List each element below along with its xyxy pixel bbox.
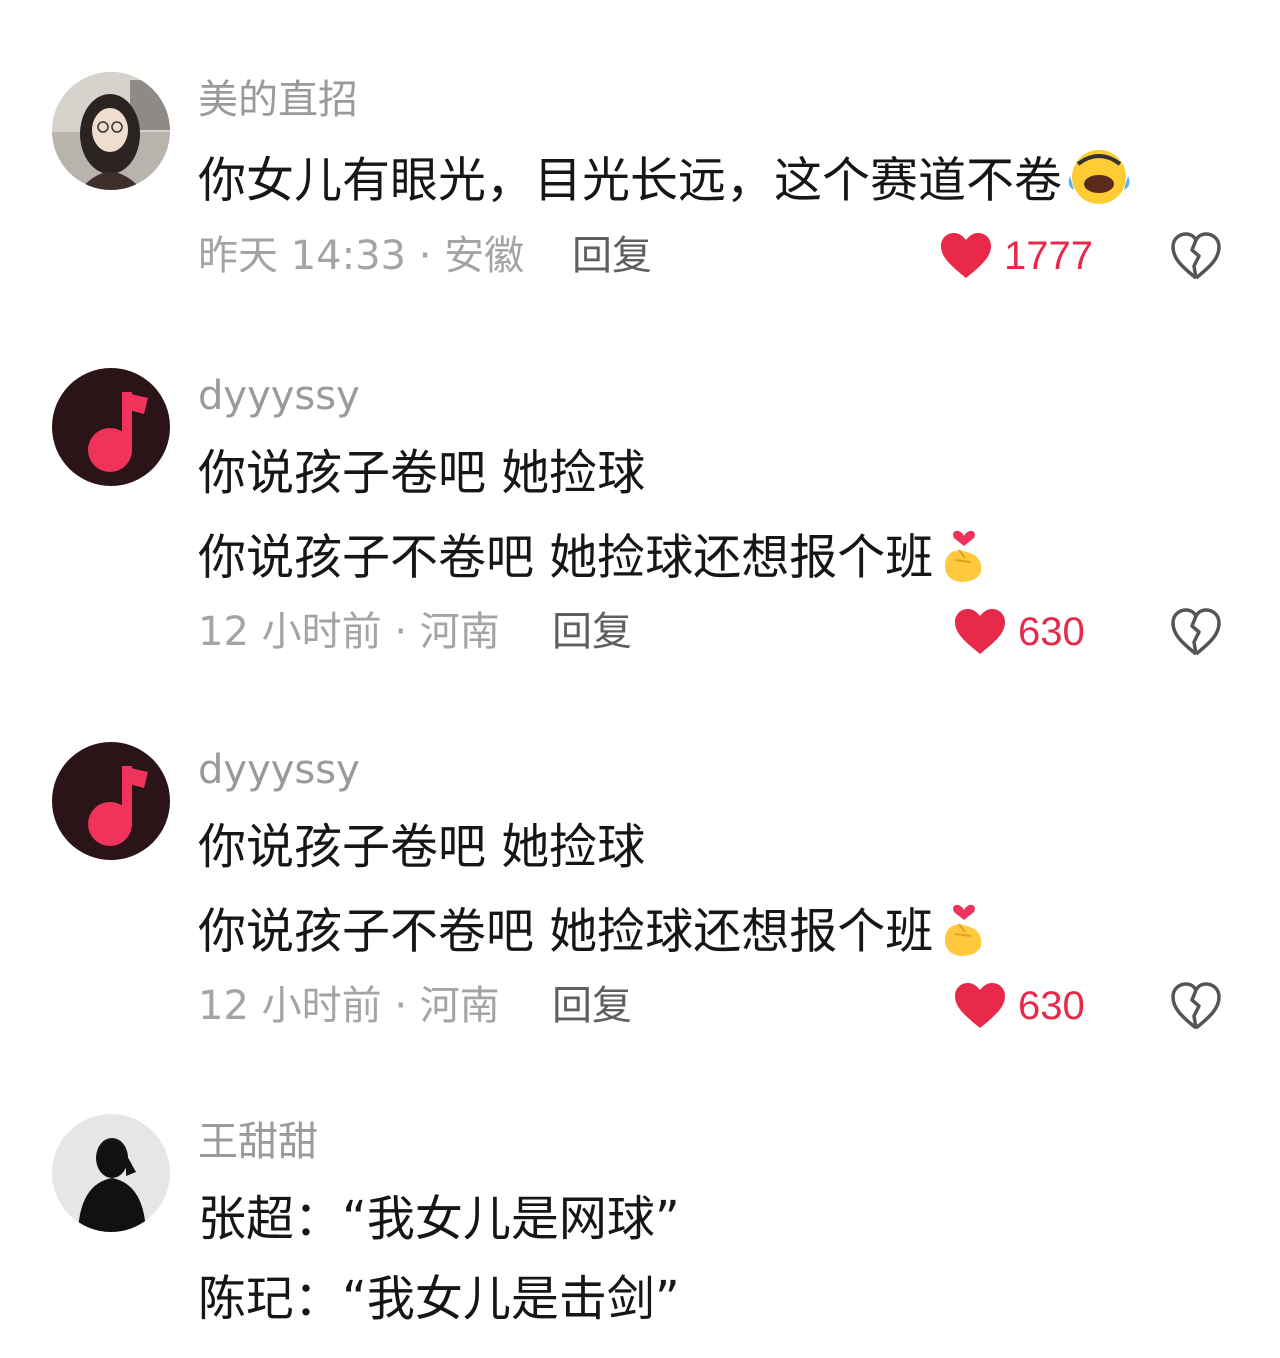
comment-text-line: 你说孩子卷吧 她捡球 <box>198 445 646 501</box>
broken-heart-icon <box>1171 982 1221 1030</box>
reply-button[interactable]: 回复 <box>572 230 652 282</box>
heart-icon <box>941 233 991 278</box>
avatar[interactable] <box>52 742 170 860</box>
dislike-button[interactable] <box>1170 980 1222 1032</box>
comment-text: 你女儿有眼光，目光长远，这个赛道不卷 <box>198 146 1132 221</box>
comment-text: 你说孩子不卷吧 她捡球还想报个班 <box>198 896 991 973</box>
avatar[interactable] <box>52 368 170 486</box>
comment-text-line: 你说孩子不卷吧 她捡球还想报个班 <box>198 529 934 586</box>
comment-text-line: 你说孩子不卷吧 她捡球还想报个班 <box>198 903 934 960</box>
like-count: 630 <box>1018 984 1085 1028</box>
like-button[interactable]: 1777 <box>940 230 1093 282</box>
comment-text: 你说孩子不卷吧 她捡球还想报个班 <box>198 522 991 599</box>
username[interactable]: dyyyssy <box>198 370 360 422</box>
comment-meta: 12 小时前 · 河南 <box>198 609 500 655</box>
username[interactable]: 王甜甜 <box>198 1116 318 1168</box>
comment-text-line: 你说孩子卷吧 她捡球 <box>198 819 646 875</box>
reply-button[interactable]: 回复 <box>552 606 632 658</box>
like-count: 630 <box>1018 610 1085 654</box>
broken-heart-icon <box>1171 608 1221 656</box>
avatar[interactable] <box>52 72 170 190</box>
reply-button[interactable]: 回复 <box>552 980 632 1032</box>
comment-meta: 昨天 14:33 · 安徽 <box>198 233 525 279</box>
dislike-button[interactable] <box>1170 230 1222 282</box>
heart-icon <box>955 609 1005 654</box>
finger-heart-emoji-icon <box>937 896 991 973</box>
comment-text-line: 你女儿有眼光，目光长远，这个赛道不卷 <box>198 152 1063 209</box>
like-count: 1777 <box>1004 234 1093 278</box>
heart-icon <box>955 983 1005 1028</box>
laughing-crying-emoji-icon <box>1066 146 1132 221</box>
dislike-button[interactable] <box>1170 606 1222 658</box>
finger-heart-emoji-icon <box>937 522 991 599</box>
username[interactable]: 美的直招 <box>198 74 358 126</box>
like-button[interactable]: 630 <box>954 606 1085 658</box>
avatar[interactable] <box>52 1114 170 1232</box>
comment-text-line: 张超：“我女儿是网球” <box>198 1191 680 1247</box>
broken-heart-icon <box>1171 232 1221 280</box>
username[interactable]: dyyyssy <box>198 744 360 796</box>
like-button[interactable]: 630 <box>954 980 1085 1032</box>
comment-text-line: 陈玘：“我女儿是击剑” <box>198 1271 680 1327</box>
comment-meta: 12 小时前 · 河南 <box>198 983 500 1029</box>
